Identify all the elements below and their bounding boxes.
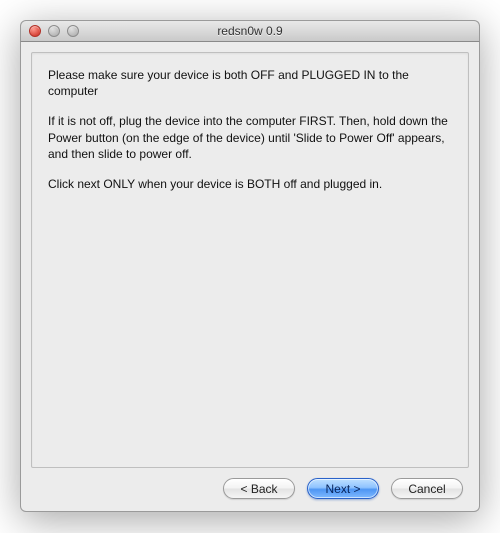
app-window: redsn0w 0.9 Please make sure your device… xyxy=(20,20,480,512)
next-button[interactable]: Next > xyxy=(307,478,379,499)
window-body: Please make sure your device is both OFF… xyxy=(20,42,480,512)
traffic-lights xyxy=(29,25,79,37)
close-icon[interactable] xyxy=(29,25,41,37)
instructions-panel: Please make sure your device is both OFF… xyxy=(31,52,469,468)
window-title: redsn0w 0.9 xyxy=(29,24,471,38)
minimize-icon[interactable] xyxy=(48,25,60,37)
wizard-button-row: < Back Next > Cancel xyxy=(31,468,469,501)
back-button[interactable]: < Back xyxy=(223,478,295,499)
instruction-line-2: If it is not off, plug the device into t… xyxy=(48,113,452,162)
instruction-line-3: Click next ONLY when your device is BOTH… xyxy=(48,176,452,192)
titlebar[interactable]: redsn0w 0.9 xyxy=(20,20,480,42)
instruction-line-1: Please make sure your device is both OFF… xyxy=(48,67,452,99)
cancel-button[interactable]: Cancel xyxy=(391,478,463,499)
zoom-icon[interactable] xyxy=(67,25,79,37)
